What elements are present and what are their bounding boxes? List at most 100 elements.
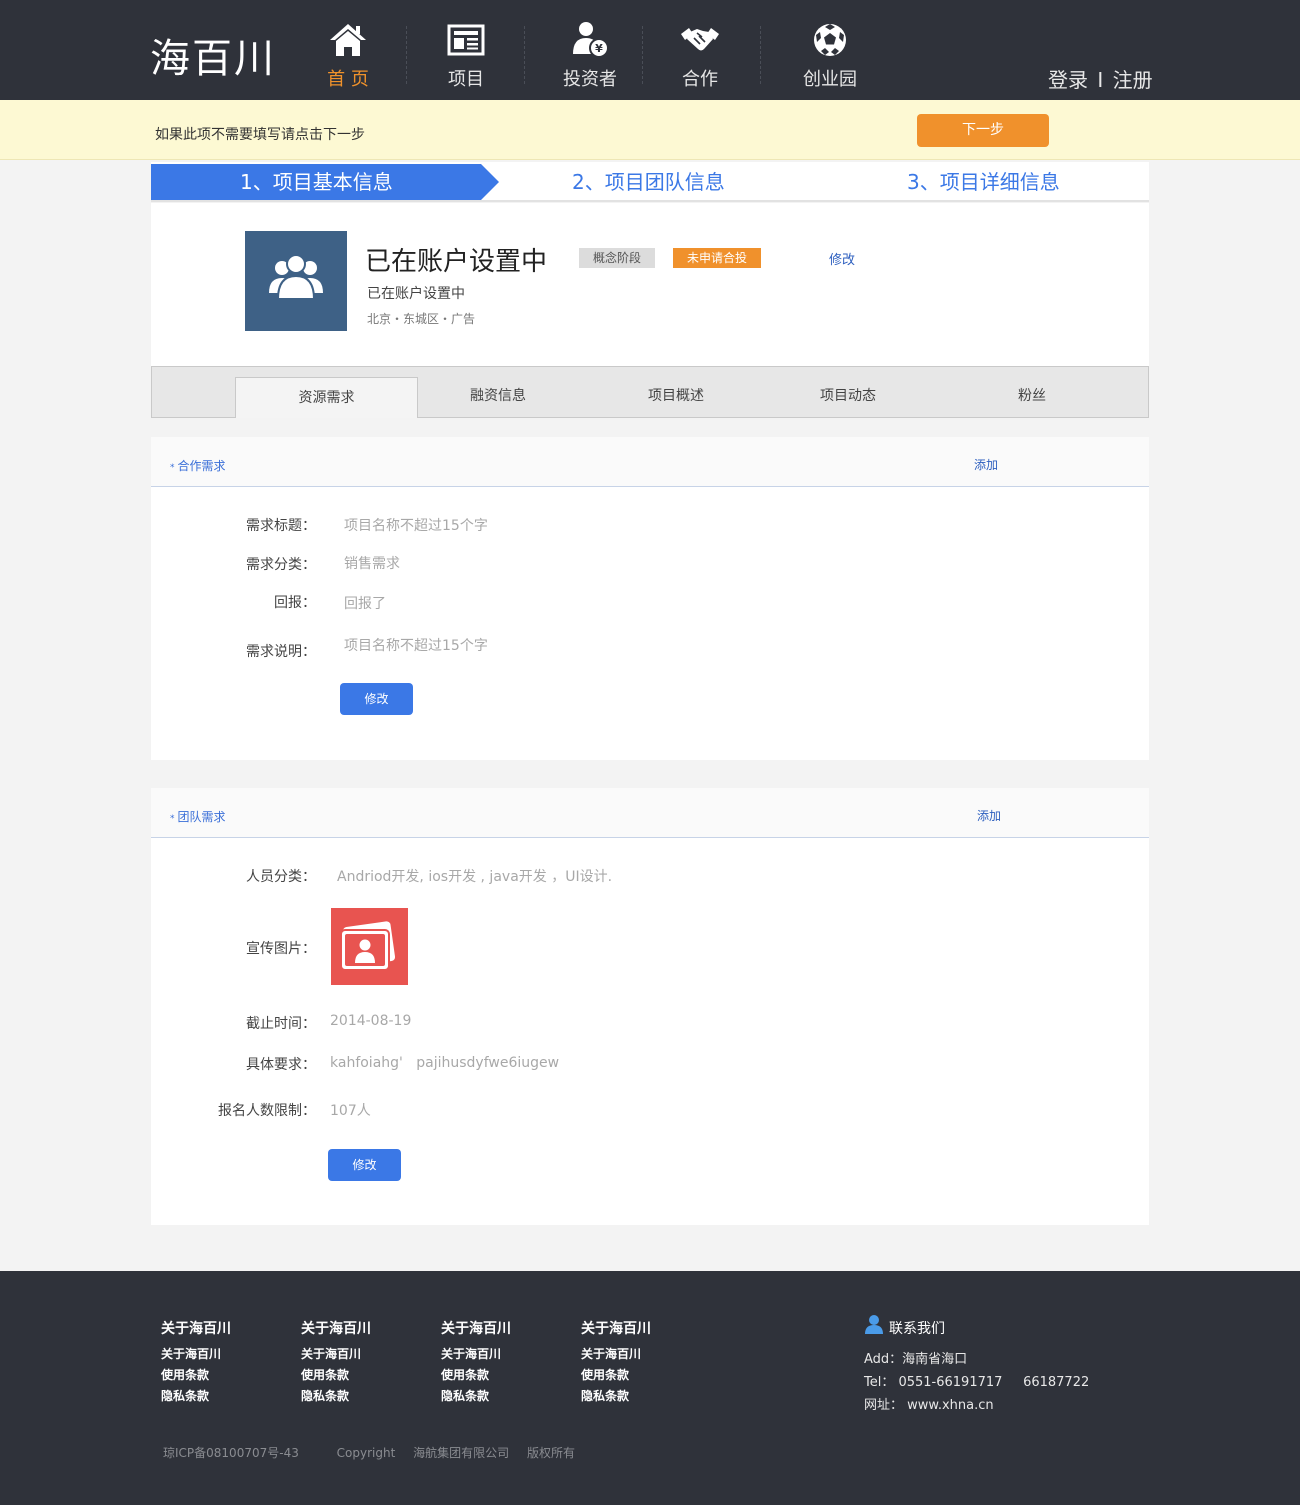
section-title-text: 团队需求 [177, 810, 226, 824]
investor-icon: ¥ [573, 22, 609, 58]
field-value: Andriod开发, ios开发 , java开发 ，UI设计. [337, 869, 613, 885]
nav-startup-park[interactable]: 创业园 [771, 20, 889, 100]
section-title: * 合作需求 [170, 457, 226, 474]
footer-link[interactable]: 关于海百川 [301, 1345, 371, 1362]
nav-home[interactable]: 首 页 [289, 20, 407, 100]
contact-address: Add：海南省海口 [864, 1352, 968, 1367]
bullet-icon: * [170, 814, 175, 824]
tab-updates[interactable]: 项目动态 [764, 367, 932, 417]
nav-cooperation-label: 合作 [682, 69, 718, 90]
field-label: 宣传图片： [246, 941, 316, 957]
footer-column: 关于海百川 关于海百川 使用条款 隐私条款 [301, 1318, 371, 1404]
tab-fans[interactable]: 粉丝 [948, 367, 1116, 417]
step-progress: 1、项目基本信息 2、项目团队信息 3、项目详细信息 [151, 162, 1149, 202]
project-subtitle: 已在账户设置中 [367, 286, 465, 302]
nav-projects[interactable]: 项目 [407, 20, 525, 100]
company-name: 海航集团有限公司 [413, 1446, 510, 1460]
bullet-icon: * [170, 463, 175, 473]
footer-link[interactable]: 使用条款 [161, 1366, 231, 1383]
tab-resource-needs[interactable]: 资源需求 [235, 377, 418, 418]
step-1[interactable]: 1、项目基本信息 [240, 164, 393, 200]
field-label: 回报： [274, 595, 316, 611]
edit-cooperation-button[interactable]: 修改 [340, 683, 413, 715]
rights-text: 版权所有 [526, 1446, 575, 1460]
home-icon [330, 24, 366, 56]
team-section: * 团队需求 添加 人员分类： Andriod开发, ios开发 , java开发… [151, 788, 1149, 1225]
auth-links: 登录 I 注册 [1048, 64, 1153, 93]
project-location: 北京・东城区・广告 [367, 312, 476, 326]
footer-column: 关于海百川 关于海百川 使用条款 隐私条款 [161, 1318, 231, 1404]
promo-image[interactable] [331, 908, 408, 985]
nav-cooperation[interactable]: 合作 [641, 20, 759, 100]
notice-bar: 如果此项不需要填写请点击下一步 下一步 [0, 100, 1300, 160]
register-link[interactable]: 注册 [1113, 68, 1153, 92]
tab-financing[interactable]: 融资信息 [418, 367, 578, 417]
field-label: 需求分类： [246, 557, 316, 573]
contact-title: 联系我们 [889, 1321, 945, 1337]
footer-link[interactable]: 使用条款 [301, 1366, 371, 1383]
newspaper-icon [447, 24, 485, 56]
footer-column: 关于海百川 关于海百川 使用条款 隐私条款 [581, 1318, 651, 1404]
cooperation-section: * 合作需求 添加 需求标题： 项目名称不超过15个字 需求分类： 销售需求 回报… [151, 437, 1149, 760]
field-value: kahfoiahg' pajihusdyfwe6iugew [330, 1055, 560, 1071]
contact-phone: Tel： 0551-66191717 66187722 [864, 1375, 1090, 1390]
field-label: 报名人数限制： [218, 1103, 316, 1119]
tab-bar: 资源需求 融资信息 项目概述 项目动态 粉丝 [151, 366, 1149, 418]
footer-column-title: 关于海百川 [161, 1321, 231, 1337]
nav-investors-label: 投资者 [563, 69, 617, 90]
field-label: 需求说明： [246, 644, 316, 660]
project-name: 已在账户设置中 [365, 247, 548, 277]
field-label: 具体要求： [246, 1057, 316, 1073]
footer-link[interactable]: 隐私条款 [161, 1387, 231, 1404]
nav-divider [760, 26, 761, 84]
field-label: 需求标题： [246, 518, 316, 534]
add-cooperation-link[interactable]: 添加 [974, 456, 998, 473]
field-value: 项目名称不超过15个字 [344, 518, 488, 534]
svg-text:¥: ¥ [595, 42, 603, 55]
add-team-link[interactable]: 添加 [977, 807, 1001, 824]
field-label: 截止时间： [246, 1016, 316, 1032]
group-icon [269, 254, 323, 300]
footer-link[interactable]: 使用条款 [581, 1366, 651, 1383]
section-title-text: 合作需求 [177, 459, 226, 473]
user-icon [865, 1315, 883, 1334]
nav-investors[interactable]: ¥ 投资者 [531, 20, 649, 100]
nav-home-label: 首 页 [327, 69, 369, 90]
step-2[interactable]: 2、项目团队信息 [572, 164, 725, 200]
site-footer: 关于海百川 关于海百川 使用条款 隐私条款 关于海百川 关于海百川 使用条款 隐… [0, 1271, 1300, 1505]
footer-link[interactable]: 隐私条款 [441, 1387, 511, 1404]
football-icon [814, 24, 846, 56]
notice-text: 如果此项不需要填写请点击下一步 [155, 127, 365, 143]
handshake-icon [681, 28, 719, 51]
footer-link[interactable]: 关于海百川 [581, 1345, 651, 1362]
footer-link[interactable]: 隐私条款 [581, 1387, 651, 1404]
copyright-text: Copyright [336, 1446, 396, 1460]
section-header: * 团队需求 添加 [151, 788, 1149, 838]
top-header: 海百川 首 页 项目 ¥ 投资者 合作 创业园 登录 I 注册 [0, 0, 1300, 100]
edit-project-link[interactable]: 修改 [829, 249, 855, 268]
edit-team-button[interactable]: 修改 [328, 1149, 401, 1181]
field-value: 项目名称不超过15个字 [344, 638, 488, 654]
nav-projects-label: 项目 [448, 69, 484, 90]
step-3[interactable]: 3、项目详细信息 [907, 164, 1060, 200]
section-title: * 团队需求 [170, 808, 226, 825]
icp-number: 琼ICP备08100707号-43 [163, 1446, 299, 1460]
footer-link[interactable]: 关于海百川 [441, 1345, 511, 1362]
next-step-button[interactable]: 下一步 [917, 114, 1049, 147]
nav-divider [524, 26, 525, 84]
field-value: 107人 [330, 1103, 371, 1119]
footer-link[interactable]: 关于海百川 [161, 1345, 231, 1362]
photo-icon [340, 921, 396, 971]
field-label: 人员分类： [246, 869, 316, 885]
footer-column: 关于海百川 关于海百川 使用条款 隐私条款 [441, 1318, 511, 1404]
site-logo[interactable]: 海百川 [150, 36, 276, 82]
stage-badge: 概念阶段 [579, 248, 656, 268]
login-link[interactable]: 登录 [1048, 68, 1088, 92]
footer-column-title: 关于海百川 [581, 1321, 651, 1337]
tab-overview[interactable]: 项目概述 [592, 367, 760, 417]
contact-website[interactable]: 网址： www.xhna.cn [864, 1394, 994, 1413]
field-value: 2014-08-19 [330, 1013, 412, 1029]
footer-link[interactable]: 使用条款 [441, 1366, 511, 1383]
footer-column-title: 关于海百川 [301, 1321, 371, 1337]
footer-link[interactable]: 隐私条款 [301, 1387, 371, 1404]
